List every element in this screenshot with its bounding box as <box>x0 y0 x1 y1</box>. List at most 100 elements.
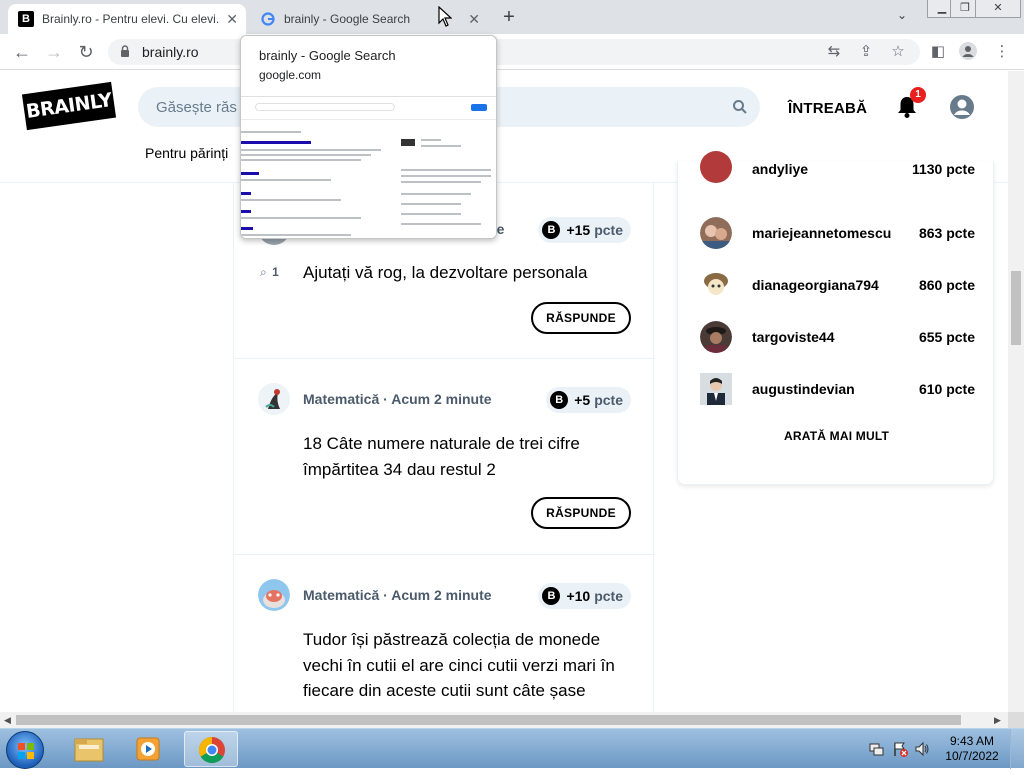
chrome-taskbar-icon[interactable] <box>184 731 238 767</box>
ranking-username[interactable]: dianageorgiana794 <box>752 277 879 293</box>
menu-kebab-icon[interactable]: ⋮ <box>992 42 1012 62</box>
profile-icon[interactable] <box>958 42 978 62</box>
answer-button[interactable]: RĂSPUNDE <box>531 302 631 334</box>
share-icon[interactable]: ⇪ <box>856 42 876 62</box>
question-card[interactable]: Matematică · Acum 2 minute B +10 pcte Tu… <box>234 555 655 712</box>
mouse-cursor-icon <box>438 6 452 27</box>
ranking-username[interactable]: mariejeannetomescu <box>752 225 891 241</box>
points-badge: B +15 pcte <box>538 217 631 243</box>
system-clock[interactable]: 9:43 AM 10/7/2022 <box>944 734 1000 764</box>
new-tab-button[interactable]: + <box>498 6 520 28</box>
questions-feed: te B +15 pcte ⌕ 1 Ajutați vă rog, la dez… <box>233 183 655 712</box>
brainly-points-icon: B <box>542 221 561 239</box>
show-more-button[interactable]: ARATĂ MAI MULT <box>678 429 995 443</box>
points-badge: B +10 pcte <box>538 583 631 609</box>
file-explorer-taskbar-icon[interactable] <box>62 731 116 767</box>
tab-title: brainly - Google Search <box>284 12 411 26</box>
ranking-row[interactable]: andyliye 1130 pcte <box>700 151 975 201</box>
side-panel-icon[interactable]: ◧ <box>928 42 948 62</box>
start-button[interactable] <box>6 731 44 769</box>
subject-link[interactable]: Matematică <box>303 391 379 407</box>
ranking-row[interactable]: augustindevian 610 pcte <box>700 369 975 409</box>
forward-arrow-icon[interactable]: → <box>44 42 64 62</box>
user-avatar-icon[interactable] <box>950 95 974 119</box>
close-window-button[interactable]: ✕ <box>975 0 1021 18</box>
horizontal-scrollbar[interactable]: ◀ ▶ <box>0 712 1008 728</box>
ranking-username[interactable]: targoviste44 <box>752 329 834 345</box>
ranking-points: 863 pcte <box>918 225 975 241</box>
tab-search-chevron-icon[interactable]: ⌄ <box>897 8 907 22</box>
question-card[interactable]: Matematică · Acum 2 minute B +5 pcte 18 … <box>234 359 655 555</box>
volume-tray-icon[interactable] <box>914 741 930 757</box>
search-icon[interactable] <box>732 99 748 115</box>
brainly-points-icon: B <box>550 391 569 409</box>
question-text[interactable]: 18 Câte numere naturale de trei cifre îm… <box>303 431 633 482</box>
user-avatar <box>700 217 732 249</box>
points-value: +10 <box>566 588 591 604</box>
ranking-row[interactable]: mariejeannetomescu 863 pcte <box>700 213 975 253</box>
vertical-scrollbar[interactable] <box>1008 71 1024 712</box>
scroll-right-arrow-icon[interactable]: ▶ <box>994 715 1001 726</box>
tab-hover-preview: brainly - Google Search google.com <box>240 35 497 239</box>
lock-icon <box>121 45 129 57</box>
preview-thumbnail <box>241 96 496 238</box>
google-favicon-icon <box>260 11 276 27</box>
bookmark-star-icon[interactable]: ☆ <box>888 42 908 62</box>
media-player-taskbar-icon[interactable] <box>122 731 176 767</box>
brainly-favicon-icon: B <box>18 11 34 27</box>
points-unit: pcte <box>594 392 623 408</box>
url-text: brainly.ro <box>142 44 199 60</box>
preview-title: brainly - Google Search <box>259 48 396 63</box>
user-avatar <box>700 151 732 183</box>
ranking-username[interactable]: andyliye <box>752 161 808 177</box>
action-center-flag-icon[interactable] <box>892 741 908 757</box>
question-meta: Matematică · Acum 2 minute <box>303 391 492 407</box>
question-text[interactable]: Ajutați vă rog, la dezvoltare personala <box>303 260 633 286</box>
translate-icon[interactable]: ⇆ <box>824 42 844 62</box>
question-time: Acum 2 minute <box>391 391 492 407</box>
tab-google-search[interactable]: brainly - Google Search ✕ <box>250 4 488 34</box>
show-desktop-button[interactable] <box>1010 729 1024 769</box>
ranking-points: 610 pcte <box>918 381 975 397</box>
subject-link[interactable]: Matematică <box>303 587 379 603</box>
back-arrow-icon[interactable]: ← <box>12 42 32 62</box>
ask-question-button[interactable]: ÎNTREABĂ <box>788 100 867 117</box>
question-text[interactable]: Tudor își păstrează colecția de monede v… <box>303 627 633 704</box>
subnav-parents-link[interactable]: Pentru părinți <box>145 145 228 161</box>
address-bar[interactable]: brainly.ro <box>108 39 920 65</box>
scrollbar-corner <box>1008 712 1024 728</box>
brainly-logo[interactable]: BRAINLY <box>21 81 117 131</box>
ranking-points: 655 pcte <box>918 329 975 345</box>
meta-separator: · <box>383 587 392 603</box>
asker-avatar <box>258 383 290 415</box>
user-avatar <box>700 269 732 301</box>
user-avatar <box>700 373 732 405</box>
thumb-knowledge-logo <box>401 139 415 146</box>
answer-button[interactable]: RĂSPUNDE <box>531 497 631 529</box>
ranking-points: 860 pcte <box>918 277 975 293</box>
network-tray-icon[interactable] <box>868 741 884 757</box>
windows-taskbar: 9:43 AM 10/7/2022 <box>0 728 1024 769</box>
tab-close-icon[interactable]: ✕ <box>468 11 480 28</box>
attachment-count: 1 <box>272 265 279 279</box>
points-unit: pcte <box>594 222 623 238</box>
vertical-scroll-thumb[interactable] <box>1011 271 1021 345</box>
browser-tab-bar: B Brainly.ro - Pentru elevi. Cu elevi. ✕… <box>0 0 1024 34</box>
ranking-points: 1130 pcte <box>911 161 975 177</box>
tab-brainly[interactable]: B Brainly.ro - Pentru elevi. Cu elevi. ✕ <box>8 4 246 34</box>
ranking-username[interactable]: augustindevian <box>752 381 855 397</box>
scroll-left-arrow-icon[interactable]: ◀ <box>4 715 11 726</box>
meta-separator: · <box>383 391 392 407</box>
ranking-row[interactable]: targoviste44 655 pcte <box>700 317 975 357</box>
reload-icon[interactable]: ↻ <box>76 42 96 62</box>
tab-close-icon[interactable]: ✕ <box>226 11 238 28</box>
notification-count-badge: 1 <box>910 87 926 103</box>
points-value: +15 <box>566 222 591 238</box>
points-unit: pcte <box>594 588 623 604</box>
ranking-row[interactable]: dianageorgiana794 860 pcte <box>700 265 975 305</box>
browser-toolbar: ← → ↻ brainly.ro ⇆ ⇪ ☆ ◧ ⋮ <box>0 34 1024 70</box>
brainly-page: BRAINLY Găsește răs ÎNTREABĂ 1 Pentru pă… <box>0 71 1008 712</box>
asker-avatar <box>258 579 290 611</box>
paperclip-icon: ⌕ <box>260 265 267 279</box>
horizontal-scroll-thumb[interactable] <box>16 715 961 725</box>
